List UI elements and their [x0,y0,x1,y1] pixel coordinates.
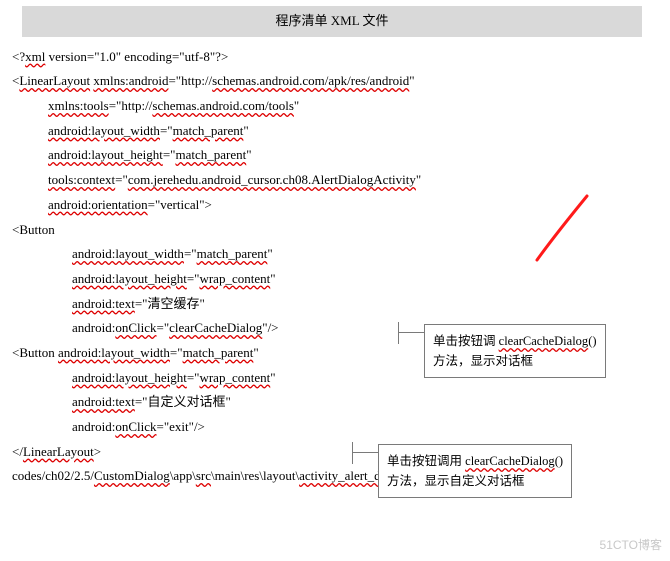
code-line: android:onClick="exit"/> [12,415,658,440]
code-block: <?xml version="1.0" encoding="utf-8"?> <… [0,45,670,489]
callout-text: 单击按钮调 [433,334,499,348]
callout-method-name: clearCacheDialog [465,454,555,468]
code-line: <?xml version="1.0" encoding="utf-8"?> [12,45,658,70]
code-line: android:layout_height="match_parent" [12,143,658,168]
callout-connector [352,442,353,464]
callout-box-2: 单击按钮调用 clearCacheDialog() 方法，显示自定义对话框 [378,444,572,498]
callout-connector [352,452,378,453]
code-line: android:layout_width="match_parent" [12,119,658,144]
code-line: tools:context="com.jerehedu.android_curs… [12,168,658,193]
callout-text: 方法，显示对话框 [433,354,533,368]
watermark-text: 51CTO博客 [600,534,662,557]
callout-connector [398,322,399,344]
code-line: xmlns:tools="http://schemas.android.com/… [12,94,658,119]
callout-text: 单击按钮调用 [387,454,465,468]
callout-box-1: 单击按钮调 clearCacheDialog() 方法，显示对话框 [424,324,606,378]
code-line: android:orientation="vertical"> [12,193,658,218]
code-line: android:text="自定义对话框" [12,390,658,415]
callout-connector [398,332,424,333]
title-text: 程序清单 XML 文件 [276,13,389,28]
callout-text: 方法，显示自定义对话框 [387,474,525,488]
title-bar: 程序清单 XML 文件 [22,6,642,37]
code-line: android:layout_height="wrap_content" [12,267,658,292]
code-line: android:layout_width="match_parent" [12,242,658,267]
code-line: <LinearLayout xmlns:android="http://sche… [12,69,658,94]
code-line: <Button [12,218,658,243]
code-line: android:text="清空缓存" [12,292,658,317]
callout-method-name: clearCacheDialog [499,334,589,348]
